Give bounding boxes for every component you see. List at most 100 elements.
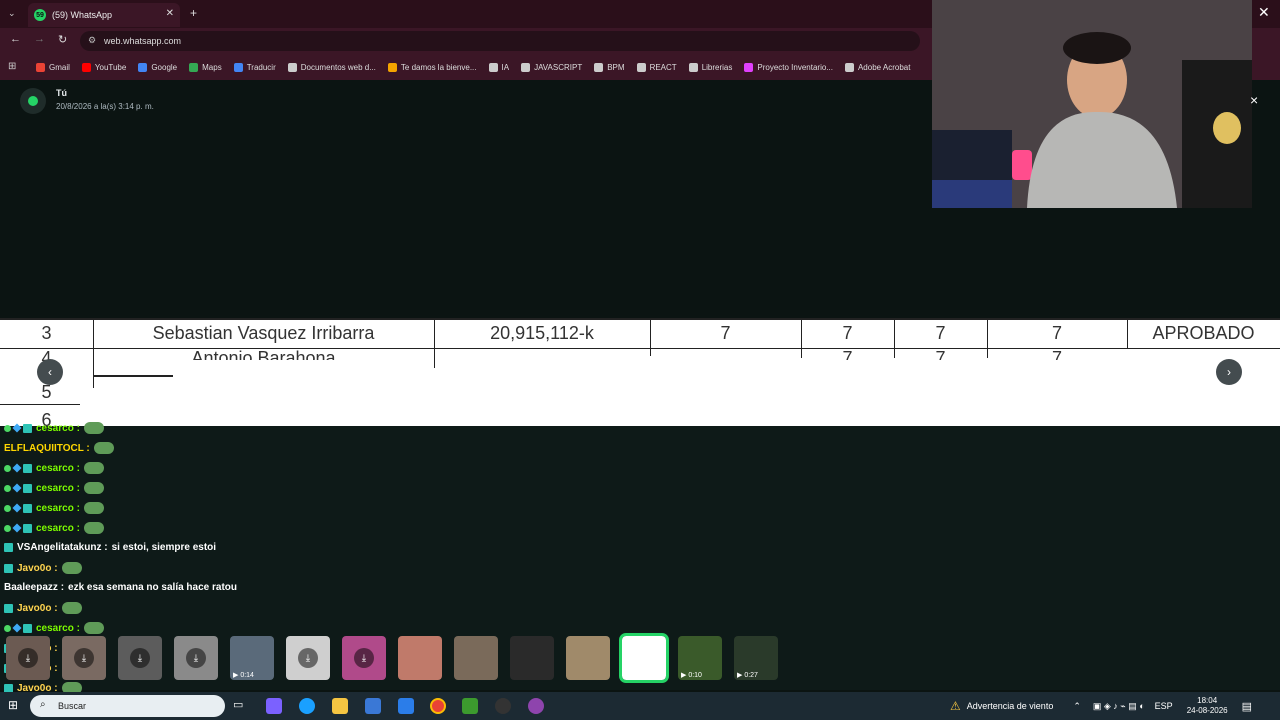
bookmark-label: Gmail — [49, 62, 70, 72]
close-window-icon[interactable]: ✕ — [1258, 4, 1270, 21]
bookmark-traducir[interactable]: Traducir — [233, 62, 276, 72]
chat-username[interactable]: cesarco : — [36, 463, 80, 474]
gem-badge-icon — [12, 523, 22, 533]
media-thumbnail[interactable]: ⤓ — [6, 636, 50, 680]
reload-icon[interactable]: ↻ — [58, 33, 67, 46]
media-thumbnail[interactable]: ▶ 0:14 — [230, 636, 274, 680]
emote-icon — [83, 422, 104, 434]
chat-username[interactable]: Javo0o : — [17, 563, 58, 574]
bookmark-adobe-acrobat[interactable]: Adobe Acrobat — [844, 62, 911, 72]
media-thumbnail[interactable]: ⤓ — [286, 636, 330, 680]
chat-username[interactable]: cesarco : — [36, 423, 80, 434]
media-thumbnail[interactable]: ⤓ — [62, 636, 106, 680]
grade-cell: 7 — [1051, 348, 1062, 360]
app-icon[interactable] — [495, 698, 511, 714]
tray-icons[interactable]: ▣ ◈ ♪ ⌁ ▤ ◐ — [1093, 701, 1145, 712]
download-icon[interactable]: ⤓ — [74, 648, 94, 668]
download-icon[interactable]: ⤓ — [186, 648, 206, 668]
bookmark-ia[interactable]: IA — [488, 62, 509, 72]
chat-username[interactable]: cesarco : — [36, 523, 80, 534]
download-icon[interactable]: ⤓ — [298, 648, 318, 668]
media-thumbnail[interactable]: ▶ 0:27 — [734, 636, 778, 680]
download-icon[interactable]: ⤓ — [354, 648, 374, 668]
weather-alert[interactable]: Advertencia de viento — [967, 701, 1054, 711]
close-viewer-icon[interactable]: × — [1250, 92, 1258, 108]
tab-list-button[interactable]: ⌄ — [8, 8, 16, 19]
clock-date: 24-08-2026 — [1186, 706, 1228, 715]
bookmark-youtube[interactable]: YouTube — [81, 62, 126, 72]
bookmark-label: BPM — [607, 62, 625, 72]
media-thumbnail[interactable] — [398, 636, 442, 680]
bookmark-bpm[interactable]: BPM — [594, 62, 625, 72]
grade-cell: 7 — [720, 322, 731, 343]
close-tab-icon[interactable]: ✕ — [166, 8, 174, 19]
bookmark-librerias[interactable]: Librerias — [688, 62, 733, 72]
file-explorer-icon[interactable] — [332, 698, 348, 714]
bookmark-label: Librerias — [701, 62, 733, 72]
bookmark-gmail[interactable]: Gmail — [36, 62, 70, 72]
bookmark-javascript[interactable]: JAVASCRIPT — [521, 62, 582, 72]
media-thumbnail[interactable]: ⤓ — [342, 636, 386, 680]
store-icon[interactable] — [365, 698, 381, 714]
edge-icon[interactable] — [299, 698, 315, 714]
table-line — [93, 375, 173, 377]
chat-username[interactable]: cesarco : — [36, 623, 80, 634]
back-icon[interactable]: ← — [10, 33, 21, 45]
bookmark-label: Adobe Acrobat — [857, 62, 911, 72]
bookmark-maps[interactable]: Maps — [189, 62, 222, 72]
grade-cell: 7 — [842, 322, 853, 343]
table-line — [0, 404, 80, 405]
chat-username[interactable]: Javo0o : — [17, 603, 58, 614]
previous-image-button[interactable]: ‹ — [37, 359, 63, 385]
media-thumbnail[interactable]: ⤓ — [174, 636, 218, 680]
new-tab-button[interactable]: + — [190, 6, 197, 20]
clock[interactable]: 18:04 24-08-2026 — [1187, 696, 1228, 716]
media-thumbnail[interactable]: ⤓ — [118, 636, 162, 680]
media-thumbnail[interactable] — [566, 636, 610, 680]
media-thumbnail[interactable] — [454, 636, 498, 680]
subscriber-badge-icon — [23, 463, 32, 473]
task-view-icon[interactable]: ▭ — [233, 698, 249, 714]
next-image-button[interactable]: › — [1216, 359, 1242, 385]
address-bar[interactable]: ⚙ web.whatsapp.com — [80, 31, 920, 51]
bookmark-google[interactable]: Google — [138, 62, 177, 72]
chat-username[interactable]: ELFLAQUIITOCL : — [4, 443, 90, 454]
chat-username[interactable]: Baaleepazz : — [4, 582, 64, 593]
copilot-icon[interactable] — [266, 698, 282, 714]
search-icon: ⌕ — [40, 699, 46, 710]
subscriber-badge-icon — [23, 483, 32, 493]
docs-icon — [287, 62, 297, 72]
subscriber-badge-icon — [23, 623, 32, 633]
chevron-up-icon[interactable]: ⌃ — [1073, 701, 1081, 712]
online-badge-icon — [4, 624, 11, 632]
search-placeholder: Buscar — [58, 701, 87, 711]
bookmark-react[interactable]: REACT — [636, 62, 677, 72]
download-icon[interactable]: ⤓ — [130, 648, 150, 668]
input-language[interactable]: ESP — [1155, 701, 1173, 711]
taskbar-search[interactable]: ⌕ Buscar — [30, 695, 225, 717]
media-thumbnail[interactable] — [510, 636, 554, 680]
subscriber-badge-icon — [23, 423, 32, 433]
bookmark-documentos-web-d[interactable]: Documentos web d... — [287, 62, 376, 72]
notifications-icon[interactable]: ▤ — [1242, 700, 1252, 713]
forward-icon[interactable]: → — [34, 33, 45, 45]
media-thumbnail[interactable] — [619, 633, 669, 683]
site-info-icon[interactable]: ⚙ — [88, 35, 96, 46]
download-icon[interactable]: ⤓ — [18, 648, 38, 668]
media-thumbnail[interactable]: ▶ 0:10 — [678, 636, 722, 680]
tab-whatsapp[interactable]: 59 (59) WhatsApp ✕ — [28, 3, 180, 27]
bookmark-proyecto-inventario[interactable]: Proyecto Inventario... — [744, 62, 833, 72]
minecraft-icon[interactable] — [462, 698, 478, 714]
bookmark-label: Traducir — [246, 62, 276, 72]
sender-name: Tú — [56, 88, 67, 98]
chrome-icon[interactable] — [430, 698, 446, 714]
windows-start-icon[interactable]: ⊞ — [8, 698, 18, 712]
mail-icon[interactable] — [398, 698, 414, 714]
chat-username[interactable]: cesarco : — [36, 503, 80, 514]
chat-username[interactable]: VSAngelitatakunz : — [17, 542, 108, 553]
bookmark-te-damos-la-bienve[interactable]: Te damos la bienve... — [387, 62, 477, 72]
apps-grid-icon[interactable]: ⊞ — [8, 61, 16, 72]
bookmark-label: Proyecto Inventario... — [757, 62, 833, 72]
chat-username[interactable]: cesarco : — [36, 483, 80, 494]
discord-icon[interactable] — [528, 698, 544, 714]
